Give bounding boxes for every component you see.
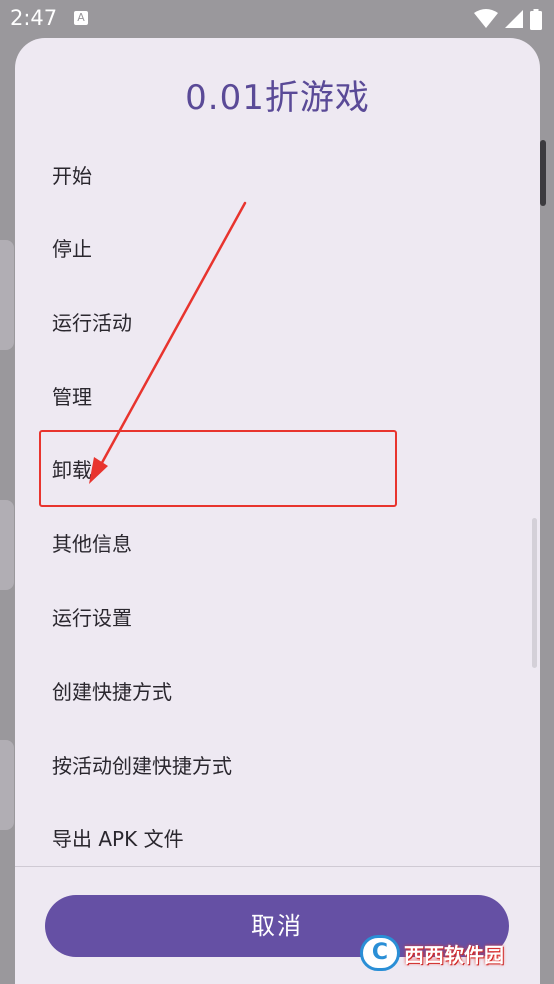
watermark-text: 西西软件园 [404, 942, 504, 967]
watermark-logo: C [360, 935, 400, 971]
watermark: C 西西软件园 [360, 933, 530, 973]
arrow-annotation [89, 201, 247, 484]
